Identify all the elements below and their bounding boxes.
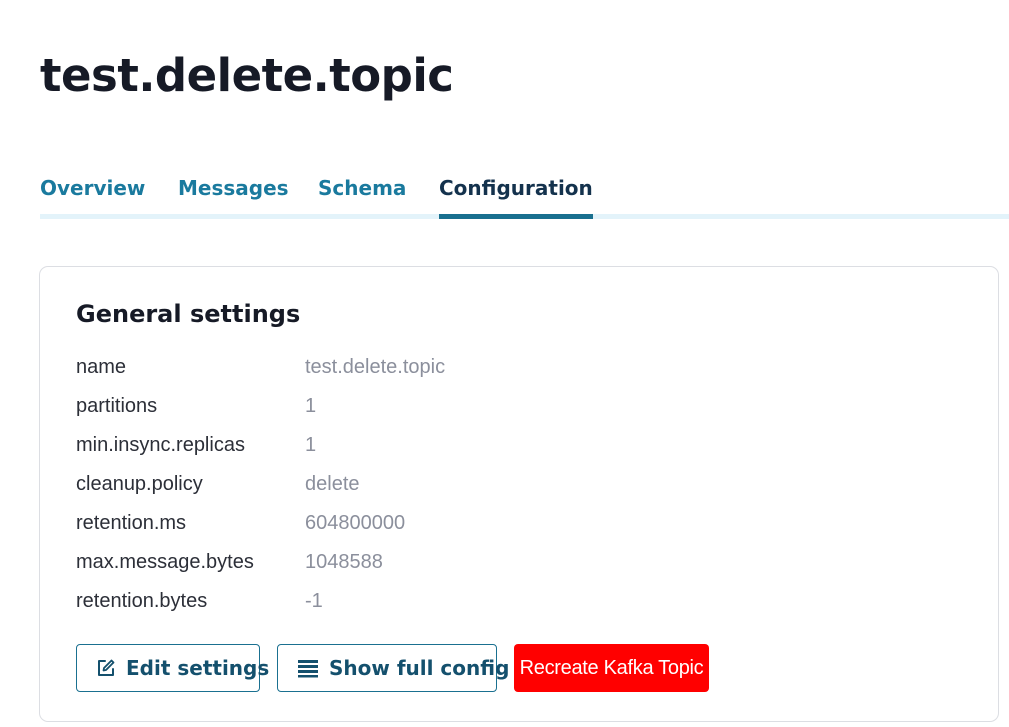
tab-bar: Overview Messages Schema Configuration bbox=[40, 165, 1009, 219]
tab-configuration[interactable]: Configuration bbox=[439, 165, 593, 219]
setting-row: name test.delete.topic bbox=[76, 349, 676, 388]
edit-settings-label: Edit settings bbox=[126, 656, 270, 680]
setting-row: partitions 1 bbox=[76, 388, 676, 427]
setting-key: partitions bbox=[76, 395, 158, 417]
edit-icon bbox=[96, 658, 116, 678]
show-full-config-label: Show full config bbox=[329, 656, 510, 680]
page-title: test.delete.topic bbox=[40, 49, 454, 102]
setting-row: max.message.bytes 1048588 bbox=[76, 544, 676, 583]
tab-messages[interactable]: Messages bbox=[178, 165, 289, 219]
setting-value: test.delete.topic bbox=[305, 356, 446, 378]
card-title: General settings bbox=[76, 300, 301, 328]
general-settings-card: General settings name test.delete.topic … bbox=[39, 266, 999, 722]
setting-row: retention.bytes -1 bbox=[76, 583, 676, 622]
setting-key: cleanup.policy bbox=[76, 473, 203, 495]
setting-value: delete bbox=[305, 473, 360, 495]
tab-overview[interactable]: Overview bbox=[40, 165, 145, 219]
setting-key: name bbox=[76, 356, 127, 378]
setting-row: min.insync.replicas 1 bbox=[76, 427, 676, 466]
setting-key: retention.bytes bbox=[76, 590, 208, 612]
recreate-topic-button[interactable]: Recreate Kafka Topic bbox=[514, 644, 709, 692]
tab-schema[interactable]: Schema bbox=[318, 165, 406, 219]
setting-row: retention.ms 604800000 bbox=[76, 505, 676, 544]
edit-settings-button[interactable]: Edit settings bbox=[76, 644, 269, 692]
setting-value: 1048588 bbox=[305, 551, 383, 573]
setting-key: min.insync.replicas bbox=[76, 434, 245, 456]
list-icon bbox=[297, 658, 319, 678]
setting-key: max.message.bytes bbox=[76, 551, 254, 573]
setting-value: 604800000 bbox=[305, 512, 406, 534]
setting-row: cleanup.policy delete bbox=[76, 466, 676, 505]
setting-key: retention.ms bbox=[76, 512, 187, 534]
setting-value: -1 bbox=[305, 590, 323, 612]
setting-value: 1 bbox=[305, 395, 317, 417]
settings-list: name test.delete.topic partitions 1 min.… bbox=[76, 349, 676, 622]
setting-value: 1 bbox=[305, 434, 317, 456]
show-full-config-button[interactable]: Show full config bbox=[277, 644, 509, 692]
